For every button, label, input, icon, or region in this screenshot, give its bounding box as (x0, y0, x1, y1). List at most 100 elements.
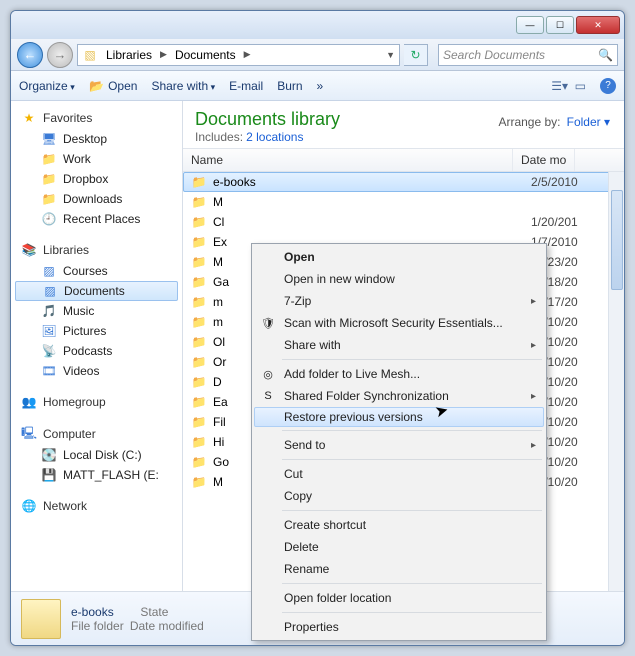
menu-item-label: Cut (284, 467, 303, 481)
view-options[interactable]: ☰▾ ▭ (551, 79, 586, 93)
sidebar-item-documents[interactable]: ▨Documents (15, 281, 178, 301)
burn-button[interactable]: Burn (277, 79, 302, 93)
open-button[interactable]: 📂 Open (89, 78, 138, 94)
chevron-right-icon[interactable]: ▶ (160, 49, 167, 60)
search-icon: 🔍 (598, 48, 613, 62)
context-menu-item[interactable]: Open in new window (254, 268, 544, 290)
context-menu-item[interactable]: Create shortcut (254, 514, 544, 536)
network-header[interactable]: 🌐Network (11, 495, 182, 517)
folder-icon: 📁 (191, 434, 207, 450)
sidebar-item-recent[interactable]: 🕘Recent Places (11, 209, 182, 229)
separator (282, 359, 542, 360)
favorites-header[interactable]: ★Favorites (11, 107, 182, 129)
file-date: 2/5/2010 (531, 175, 578, 189)
scrollbar[interactable] (608, 172, 624, 591)
folder-icon: 📁 (191, 254, 207, 270)
context-menu-item[interactable]: Open folder location (254, 587, 544, 609)
context-menu-item[interactable]: Open (254, 246, 544, 268)
state-label: State (140, 605, 168, 619)
table-row[interactable]: 📁e-books2/5/2010 (183, 172, 624, 192)
context-menu-item[interactable]: Delete (254, 536, 544, 558)
column-date[interactable]: Date mo (513, 149, 575, 171)
chevron-down-icon[interactable]: ▼ (386, 50, 395, 60)
explorer-window: — ☐ ✕ ← → ▧ Libraries ▶ Documents ▶ ▼ ↻ … (10, 10, 625, 646)
context-menu-item[interactable]: SShared Folder Synchronization (254, 385, 544, 407)
music-icon: 🎵 (41, 303, 57, 319)
sidebar-item-pictures[interactable]: 🖼Pictures (11, 321, 182, 341)
folder-icon: 📁 (191, 394, 207, 410)
sidebar-item-flash[interactable]: 💾MATT_FLASH (E: (11, 465, 182, 485)
more-commands[interactable]: » (317, 79, 324, 93)
sidebar-item-courses[interactable]: ▨Courses (11, 261, 182, 281)
computer-header[interactable]: 🖳Computer (11, 423, 182, 445)
videos-icon: 🎞 (41, 363, 57, 379)
folder-icon: 📁 (191, 454, 207, 470)
menu-item-label: Share with (284, 338, 341, 352)
sidebar-item-videos[interactable]: 🎞Videos (11, 361, 182, 381)
back-button[interactable]: ← (17, 42, 43, 68)
network-icon: 🌐 (21, 498, 37, 514)
menu-item-label: Shared Folder Synchronization (284, 389, 449, 403)
folder-icon: 📁 (41, 151, 57, 167)
menu-item-label: Properties (284, 620, 339, 634)
arrange-by-dropdown[interactable]: Folder ▾ (567, 115, 610, 129)
separator (282, 510, 542, 511)
sidebar-item-work[interactable]: 📁Work (11, 149, 182, 169)
breadcrumb-item[interactable]: Libraries (100, 47, 158, 63)
organize-menu[interactable]: Organize (19, 79, 75, 93)
refresh-button[interactable]: ↻ (404, 44, 428, 66)
folder-icon: 📁 (191, 374, 207, 390)
column-name[interactable]: Name (183, 149, 513, 171)
maximize-button[interactable]: ☐ (546, 16, 574, 34)
library-icon: 📚 (21, 242, 37, 258)
folder-icon: 📁 (191, 294, 207, 310)
chevron-right-icon[interactable]: ▶ (244, 49, 251, 60)
breadcrumb-item[interactable]: Documents (169, 47, 242, 63)
context-menu-item[interactable]: ◎Add folder to Live Mesh... (254, 363, 544, 385)
homegroup-header[interactable]: 👥Homegroup (11, 391, 182, 413)
minimize-button[interactable]: — (516, 16, 544, 34)
sidebar-item-dropbox[interactable]: 📁Dropbox (11, 169, 182, 189)
share-with-menu[interactable]: Share with (151, 79, 215, 93)
table-row[interactable]: 📁M (183, 192, 624, 212)
folder-icon: 📁 (191, 474, 207, 490)
locations-link[interactable]: 2 locations (246, 130, 303, 144)
sidebar-item-downloads[interactable]: 📁Downloads (11, 189, 182, 209)
context-menu-item[interactable]: Restore previous versions (254, 407, 544, 427)
forward-button[interactable]: → (47, 42, 73, 68)
context-menu-item[interactable]: 7-Zip (254, 290, 544, 312)
context-menu-item[interactable]: Send to (254, 434, 544, 456)
sidebar-item-music[interactable]: 🎵Music (11, 301, 182, 321)
type-label: File folder (71, 619, 124, 633)
menu-item-label: Create shortcut (284, 518, 366, 532)
menu-item-label: Open folder location (284, 591, 391, 605)
podcasts-icon: 📡 (41, 343, 57, 359)
context-menu-item[interactable]: Rename (254, 558, 544, 580)
context-menu-item[interactable]: Properties (254, 616, 544, 638)
column-headers[interactable]: Name Date mo (183, 148, 624, 172)
search-placeholder: Search Documents (443, 48, 545, 62)
scroll-thumb[interactable] (611, 190, 623, 290)
folder-icon: 📁 (41, 191, 57, 207)
context-menu-item[interactable]: Share with (254, 334, 544, 356)
context-menu-item[interactable]: 🛡Scan with Microsoft Security Essentials… (254, 312, 544, 334)
email-button[interactable]: E-mail (229, 79, 263, 93)
context-menu-item[interactable]: Copy (254, 485, 544, 507)
menu-item-icon: 🛡 (260, 315, 276, 331)
includes-label: Includes: (195, 130, 243, 144)
folder-icon: 📁 (41, 171, 57, 187)
file-name: M (213, 195, 525, 209)
table-row[interactable]: 📁Cl1/20/201 (183, 212, 624, 232)
menu-item-label: Delete (284, 540, 319, 554)
sidebar-item-local-disk[interactable]: 💽Local Disk (C:) (11, 445, 182, 465)
context-menu-item[interactable]: Cut (254, 463, 544, 485)
search-input[interactable]: Search Documents 🔍 (438, 44, 618, 66)
breadcrumb[interactable]: ▧ Libraries ▶ Documents ▶ ▼ (77, 44, 400, 66)
sidebar-item-podcasts[interactable]: 📡Podcasts (11, 341, 182, 361)
close-button[interactable]: ✕ (576, 16, 620, 34)
libraries-header[interactable]: 📚Libraries (11, 239, 182, 261)
sidebar-item-desktop[interactable]: 🖥Desktop (11, 129, 182, 149)
drive-icon: 💾 (41, 467, 57, 483)
titlebar: — ☐ ✕ (11, 11, 624, 39)
help-button[interactable]: ? (600, 78, 616, 94)
